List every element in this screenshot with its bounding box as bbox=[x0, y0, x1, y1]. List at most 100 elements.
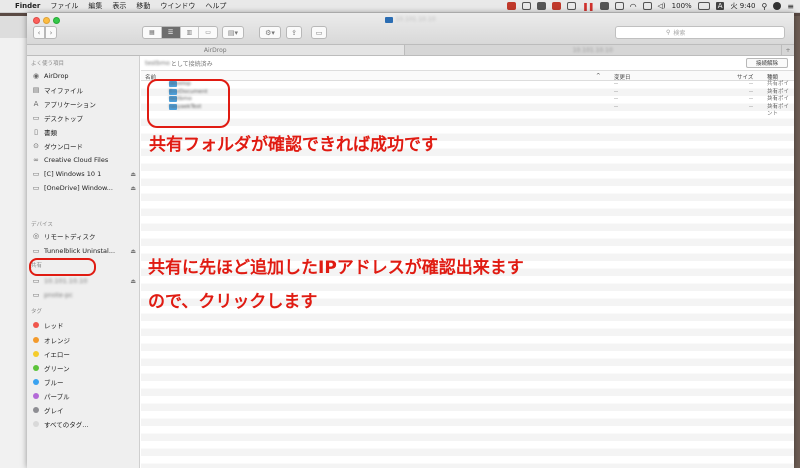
sidebar-tag-purple[interactable]: パープル bbox=[32, 390, 136, 402]
sidebar-item-all-files[interactable]: ▤ マイファイル bbox=[32, 84, 136, 96]
sidebar-section-tags: タグ bbox=[31, 309, 43, 315]
drive-icon: ▭ bbox=[32, 184, 40, 192]
bluetooth-icon[interactable] bbox=[599, 2, 609, 10]
all-files-icon: ▤ bbox=[32, 86, 40, 94]
sidebar-item-creative-cloud[interactable]: ∞ Creative Cloud Files bbox=[32, 154, 136, 166]
sidebar-tag-gray[interactable]: グレイ bbox=[32, 404, 136, 416]
columns-icon: ▥ bbox=[186, 29, 193, 36]
time-machine-icon[interactable] bbox=[614, 2, 624, 10]
menu-help[interactable]: ヘルプ bbox=[205, 1, 226, 11]
tab-airdrop[interactable]: AirDrop bbox=[27, 45, 405, 55]
pc-icon: ▭ bbox=[32, 291, 40, 299]
sidebar-item-tunnelblick[interactable]: ▭ Tunnelblick Uninstal... ⏏ bbox=[32, 245, 136, 257]
applications-icon: A bbox=[33, 100, 39, 108]
menu-window[interactable]: ウインドウ bbox=[160, 1, 195, 11]
sort-chevron-icon: ^ bbox=[596, 73, 601, 79]
annotation-text: 共有フォルダが確認できれば成功です bbox=[149, 135, 438, 155]
tag-color-dot bbox=[33, 379, 39, 385]
share-button[interactable]: ⇪ bbox=[286, 26, 302, 39]
sidebar-item-shared-host[interactable]: ▭ 10.101.10.10 ⏏ bbox=[32, 275, 136, 287]
back-button[interactable]: ‹ bbox=[33, 26, 45, 39]
documents-icon: ▯ bbox=[34, 128, 38, 136]
battery-percent[interactable]: 100% bbox=[672, 2, 692, 10]
background-window-titlebar bbox=[0, 16, 30, 38]
siri-icon[interactable] bbox=[773, 2, 782, 10]
action-button[interactable]: ⚙▾ bbox=[259, 26, 281, 39]
vpn-icon[interactable] bbox=[567, 2, 577, 10]
eject-icon[interactable]: ⏏ bbox=[130, 171, 136, 178]
gear-icon: ⚙▾ bbox=[265, 28, 275, 37]
cover-flow-button[interactable]: ▭ bbox=[199, 27, 217, 38]
eject-icon[interactable]: ⏏ bbox=[130, 278, 136, 285]
pause-icon[interactable]: ❚❚ bbox=[582, 2, 594, 11]
sidebar-item-remote-disc[interactable]: ◎ リモートディスク bbox=[32, 230, 136, 242]
sidebar-item-desktop[interactable]: ▭ デスクトップ bbox=[32, 112, 136, 124]
edit-tags-button[interactable]: ▭ bbox=[311, 26, 327, 39]
status-app-icon[interactable] bbox=[507, 2, 517, 10]
sidebar-tag-yellow[interactable]: イエロー bbox=[32, 348, 136, 360]
security-icon[interactable] bbox=[522, 2, 532, 10]
menu-go[interactable]: 移動 bbox=[136, 1, 150, 11]
sidebar-item-airdrop[interactable]: ◉ AirDrop bbox=[32, 70, 136, 82]
spotlight-icon[interactable]: ⚲ bbox=[761, 2, 767, 11]
table-row[interactable]: EnvDocument -- -- 共有ポイント bbox=[141, 88, 794, 102]
window-titlebar: 10.101.10.10 ‹ › ▦ ☰ ▥ ▭ ▤▾ ⚙▾ ⇪ ▭ ⚲ 検索 bbox=[27, 13, 794, 45]
dropbox-icon[interactable] bbox=[537, 2, 547, 10]
table-row[interactable]: testbmo -- -- 共有ポイント bbox=[141, 96, 794, 110]
menu-app-name[interactable]: Finder bbox=[15, 2, 40, 10]
sidebar-tag-blue[interactable]: ブルー bbox=[32, 376, 136, 388]
creative-cloud-icon: ∞ bbox=[33, 156, 39, 164]
sidebar-item-windows-drive[interactable]: ▭ [C] Windows 10 1 ⏏ bbox=[32, 168, 136, 180]
desktop-wallpaper bbox=[793, 16, 800, 468]
tab-shared-host[interactable]: 10.101.10.10 bbox=[405, 45, 782, 55]
table-row[interactable]: develop -- -- 共有ポイント bbox=[141, 81, 794, 95]
eject-icon[interactable]: ⏏ bbox=[130, 248, 136, 255]
search-field[interactable]: ⚲ 検索 bbox=[615, 26, 785, 39]
notification-center-icon[interactable]: ≡ bbox=[787, 2, 794, 11]
tag-color-dot bbox=[33, 322, 39, 328]
sidebar-tag-green[interactable]: グリーン bbox=[32, 362, 136, 374]
view-mode-control: ▦ ☰ ▥ ▭ bbox=[142, 26, 218, 39]
menu-view[interactable]: 表示 bbox=[112, 1, 126, 11]
search-icon: ⚲ bbox=[666, 29, 671, 36]
finder-window: 10.101.10.10 ‹ › ▦ ☰ ▥ ▭ ▤▾ ⚙▾ ⇪ ▭ ⚲ 検索 … bbox=[27, 13, 794, 468]
sidebar-item-applications[interactable]: A アプリケーション bbox=[32, 98, 136, 110]
sidebar-tag-orange[interactable]: オレンジ bbox=[32, 334, 136, 346]
column-date-header[interactable]: 変更日 bbox=[614, 73, 631, 81]
sidebar-all-tags[interactable]: すべてのタグ... bbox=[32, 418, 136, 430]
column-header: 名前 ^ 変更日 サイズ 種類 bbox=[141, 70, 794, 81]
cover-flow-icon: ▭ bbox=[205, 29, 211, 36]
list-view-button[interactable]: ☰ bbox=[161, 27, 181, 38]
tab-bar: AirDrop 10.101.10.10 + bbox=[27, 45, 794, 56]
new-tab-button[interactable]: + bbox=[782, 45, 794, 55]
disconnect-button[interactable]: 接続解除 bbox=[746, 58, 788, 68]
airplay-icon[interactable] bbox=[642, 2, 652, 10]
forward-button[interactable]: › bbox=[45, 26, 57, 39]
connection-status-text: として接続済み bbox=[170, 60, 213, 68]
sidebar-section-devices: デバイス bbox=[31, 222, 53, 228]
sidebar-tag-red[interactable]: レッド bbox=[32, 319, 136, 331]
table-row[interactable]: tasyaekTest -- -- 共有ポイント bbox=[141, 103, 794, 117]
volume-icon[interactable]: ◁) bbox=[658, 2, 666, 10]
input-method-indicator[interactable]: A bbox=[715, 2, 725, 10]
disk-icon: ▭ bbox=[32, 247, 40, 255]
window-title: 10.101.10.10 bbox=[27, 16, 794, 23]
column-view-button[interactable]: ▥ bbox=[181, 27, 200, 38]
wifi-icon[interactable]: ◠ bbox=[630, 2, 637, 11]
column-size-header[interactable]: サイズ bbox=[737, 73, 753, 81]
eject-icon[interactable]: ⏏ bbox=[130, 185, 136, 192]
sidebar-item-downloads[interactable]: ⊙ ダウンロード bbox=[32, 140, 136, 152]
tag-color-dot bbox=[33, 351, 39, 357]
plus-icon: + bbox=[785, 46, 791, 54]
sidebar-item-pc[interactable]: ▭ pnote-pc bbox=[32, 289, 136, 301]
record-icon[interactable] bbox=[552, 2, 562, 10]
menu-edit[interactable]: 編集 bbox=[88, 1, 102, 11]
menubar-clock[interactable]: 火 9:40 bbox=[730, 1, 755, 11]
column-kind-header[interactable]: 種類 bbox=[767, 73, 778, 81]
battery-icon[interactable] bbox=[697, 2, 710, 10]
menu-file[interactable]: ファイル bbox=[50, 1, 78, 11]
sidebar-item-documents[interactable]: ▯ 書類 bbox=[32, 126, 136, 138]
sidebar-item-onedrive[interactable]: ▭ [OneDrive] Window... ⏏ bbox=[32, 182, 136, 194]
icon-view-button[interactable]: ▦ bbox=[143, 27, 162, 38]
arrange-button[interactable]: ▤▾ bbox=[222, 26, 244, 39]
